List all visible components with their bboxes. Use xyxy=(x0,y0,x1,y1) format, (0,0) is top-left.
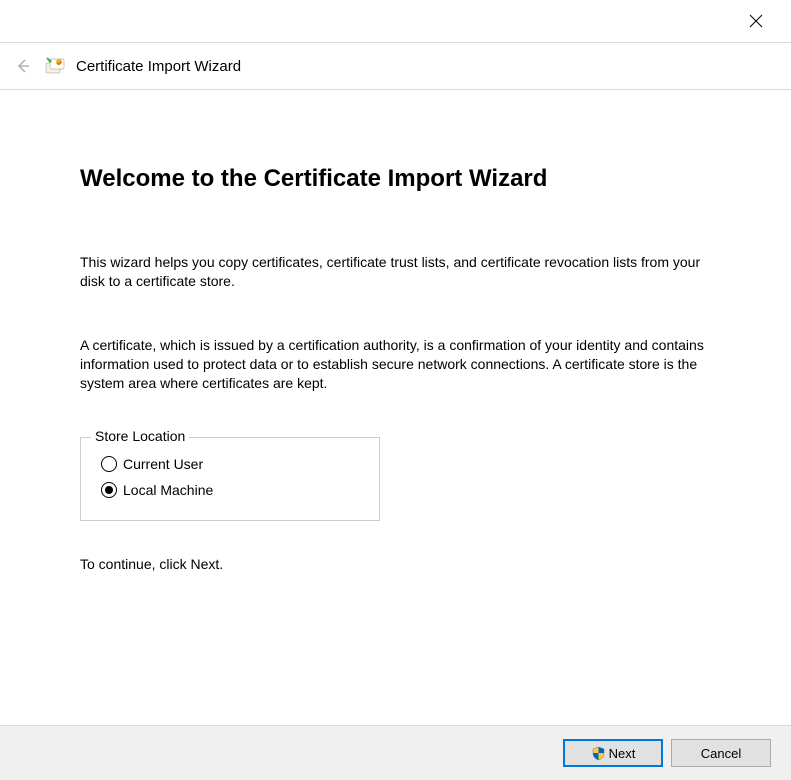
cancel-button-label: Cancel xyxy=(701,746,741,761)
certificate-wizard-icon xyxy=(44,55,66,77)
content-area: Welcome to the Certificate Import Wizard… xyxy=(0,90,791,572)
back-arrow-icon xyxy=(13,57,31,75)
titlebar xyxy=(0,0,791,42)
intro-paragraph-1: This wizard helps you copy certificates,… xyxy=(80,253,720,291)
intro-paragraph-2: A certificate, which is issued by a cert… xyxy=(80,336,720,393)
next-button[interactable]: Next xyxy=(563,739,663,767)
cancel-button[interactable]: Cancel xyxy=(671,739,771,767)
radio-label-current-user: Current User xyxy=(123,456,203,472)
radio-circle-icon xyxy=(101,456,117,472)
radio-label-local-machine: Local Machine xyxy=(123,482,213,498)
store-location-legend: Store Location xyxy=(91,428,189,444)
uac-shield-icon xyxy=(591,746,606,761)
back-button[interactable] xyxy=(10,54,34,78)
continue-instruction: To continue, click Next. xyxy=(80,556,731,572)
store-location-group: Store Location Current User Local Machin… xyxy=(80,437,380,521)
next-button-label: Next xyxy=(609,746,636,761)
footer-bar: Next Cancel xyxy=(0,725,791,780)
close-button[interactable] xyxy=(736,6,776,36)
header-bar: Certificate Import Wizard xyxy=(0,42,791,90)
radio-circle-selected-icon xyxy=(101,482,117,498)
close-icon xyxy=(749,14,763,28)
header-title: Certificate Import Wizard xyxy=(76,58,241,75)
radio-current-user[interactable]: Current User xyxy=(101,456,364,472)
radio-local-machine[interactable]: Local Machine xyxy=(101,482,364,498)
page-heading: Welcome to the Certificate Import Wizard xyxy=(80,165,731,193)
